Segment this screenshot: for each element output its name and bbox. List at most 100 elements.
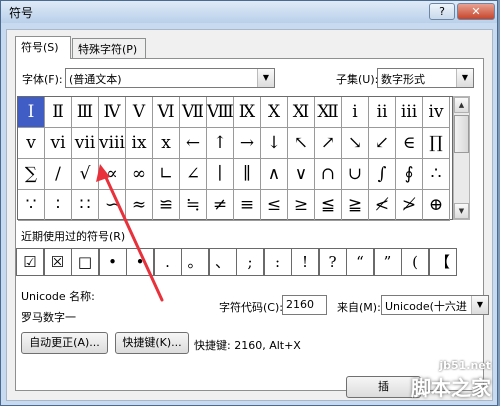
symbol-cell[interactable]: ∈ (396, 128, 423, 159)
from-select[interactable]: Unicode(十六进 ▼ (381, 295, 489, 315)
symbol-cell[interactable]: ≧ (342, 190, 369, 221)
recent-symbol-cell[interactable]: • (98, 248, 127, 276)
symbol-cell[interactable]: ↖ (288, 128, 315, 159)
scroll-thumb[interactable] (454, 115, 469, 153)
symbol-cell[interactable]: ⅹ (153, 128, 180, 159)
recent-symbol-cell[interactable]: : (263, 248, 292, 276)
symbol-cell[interactable]: ∫ (369, 159, 396, 190)
recent-symbol-cell[interactable]: • (126, 248, 154, 276)
symbol-cell[interactable]: ⅲ (396, 97, 423, 128)
subset-label: 子集(U): (336, 73, 379, 86)
symbol-cell[interactable]: ↓ (261, 128, 288, 159)
symbol-cell[interactable]: ≠ (207, 190, 234, 221)
symbol-cell[interactable]: ∑ (18, 159, 45, 190)
insert-button[interactable]: 插 (346, 376, 421, 398)
symbol-cell[interactable]: Ⅳ (99, 97, 126, 128)
symbol-cell[interactable]: ∣ (207, 159, 234, 190)
recent-symbol-cell[interactable]: 。 (181, 248, 209, 276)
symbol-cell[interactable]: ← (180, 128, 207, 159)
symbol-cell[interactable]: ∷ (72, 190, 99, 221)
autocorrect-button[interactable]: 自动更正(A)... (21, 332, 108, 354)
symbol-cell[interactable]: ↙ (369, 128, 396, 159)
symbol-cell[interactable]: Ⅶ (180, 97, 207, 128)
symbol-cell[interactable]: Ⅰ (18, 97, 45, 128)
symbol-cell[interactable]: ≤ (261, 190, 288, 221)
symbol-cell[interactable]: ∵ (18, 190, 45, 221)
tab-special-characters[interactable]: 特殊字符(P) (72, 38, 146, 58)
symbol-cell[interactable]: ∴ (423, 159, 450, 190)
symbol-cell[interactable]: ⅰ (342, 97, 369, 128)
symbol-cell[interactable]: ⅷ (99, 128, 126, 159)
dialog-body: 符号(S) 特殊字符(P) 字体(F): (普通文本) ▼ 子集(U): 数字形… (6, 29, 493, 401)
symbol-cell[interactable]: ∠ (180, 159, 207, 190)
symbol-cell[interactable]: Ⅷ (207, 97, 234, 128)
symbol-cell[interactable]: → (234, 128, 261, 159)
recent-symbol-cell[interactable]: ! (291, 248, 319, 276)
symbol-cell[interactable]: ∶ (45, 190, 72, 221)
recent-symbol-cell[interactable]: ? (318, 248, 347, 276)
recent-symbol-cell[interactable]: ( (401, 248, 429, 276)
font-select[interactable]: (普通文本) ▼ (65, 68, 275, 88)
grid-scrollbar[interactable]: ▲ ▼ (453, 96, 470, 220)
tab-symbols[interactable]: 符号(S) (15, 36, 71, 59)
symbol-cell[interactable]: ∏ (423, 128, 450, 159)
symbol-cell[interactable]: ∪ (342, 159, 369, 190)
symbol-cell[interactable]: ≥ (288, 190, 315, 221)
symbol-cell[interactable]: Ⅵ (153, 97, 180, 128)
symbol-cell[interactable]: ≮ (369, 190, 396, 221)
symbol-cell[interactable]: ⅸ (126, 128, 153, 159)
unicode-name-label: Unicode 名称: (21, 290, 95, 303)
symbol-cell[interactable]: ≒ (180, 190, 207, 221)
symbol-cell[interactable]: Ⅻ (315, 97, 342, 128)
recent-symbol-cell[interactable]: 【 (428, 248, 457, 276)
symbol-cell[interactable]: ⅱ (369, 97, 396, 128)
symbol-cell[interactable]: ≈ (126, 190, 153, 221)
recent-symbol-cell[interactable]: 、 (208, 248, 237, 276)
close-button[interactable]: ✕ (457, 3, 495, 20)
symbol-cell[interactable]: ∮ (396, 159, 423, 190)
symbol-cell[interactable]: ≡ (234, 190, 261, 221)
symbol-cell[interactable]: Ⅹ (261, 97, 288, 128)
symbol-cell[interactable]: Ⅱ (45, 97, 72, 128)
recent-symbol-cell[interactable]: “ (346, 248, 374, 276)
symbol-cell[interactable]: √ (72, 159, 99, 190)
recent-symbol-cell[interactable]: . (153, 248, 182, 276)
symbol-cell[interactable]: ∞ (126, 159, 153, 190)
symbol-cell[interactable]: ↗ (315, 128, 342, 159)
symbol-cell[interactable]: ∟ (153, 159, 180, 190)
symbol-cell[interactable]: ∥ (234, 159, 261, 190)
recent-symbol-cell[interactable]: ; (236, 248, 264, 276)
symbol-cell[interactable]: ≦ (315, 190, 342, 221)
shortcut-key-button[interactable]: 快捷键(K)... (115, 332, 189, 354)
scroll-up-icon[interactable]: ▲ (454, 97, 469, 113)
subset-select[interactable]: 数字形式 ▼ (377, 68, 474, 88)
symbol-cell[interactable]: ∩ (315, 159, 342, 190)
symbol-cell[interactable]: ⊕ (423, 190, 450, 221)
symbol-cell[interactable]: ∧ (261, 159, 288, 190)
symbol-cell[interactable]: ∽ (99, 190, 126, 221)
symbol-cell[interactable]: Ⅲ (72, 97, 99, 128)
help-button[interactable]: ? (429, 3, 455, 20)
symbol-cell[interactable]: ≯ (396, 190, 423, 221)
symbol-cell[interactable]: Ⅸ (234, 97, 261, 128)
symbol-cell[interactable]: Ⅺ (288, 97, 315, 128)
recent-symbol-cell[interactable]: ☒ (43, 248, 72, 276)
symbol-cell[interactable]: ⅶ (72, 128, 99, 159)
symbol-cell[interactable]: ∕ (45, 159, 72, 190)
symbol-cell[interactable]: ≌ (153, 190, 180, 221)
recent-symbol-cell[interactable]: ☑ (16, 248, 44, 276)
recent-symbol-cell[interactable]: ” (373, 248, 402, 276)
symbol-cell[interactable]: ↑ (207, 128, 234, 159)
symbol-cell[interactable]: ⅵ (45, 128, 72, 159)
symbol-cell[interactable]: ⅳ (423, 97, 450, 128)
symbol-cell[interactable]: ⅴ (18, 128, 45, 159)
watermark-url: jb51.net (439, 359, 491, 372)
symbol-cell[interactable]: ↘ (342, 128, 369, 159)
char-code-label: 字符代码(C): (219, 301, 283, 314)
char-code-input[interactable]: 2160 (282, 295, 327, 315)
symbol-cell[interactable]: Ⅴ (126, 97, 153, 128)
scroll-down-icon[interactable]: ▼ (454, 203, 469, 219)
symbol-cell[interactable]: ∨ (288, 159, 315, 190)
symbol-cell[interactable]: ∝ (99, 159, 126, 190)
recent-symbol-cell[interactable]: □ (71, 248, 99, 276)
